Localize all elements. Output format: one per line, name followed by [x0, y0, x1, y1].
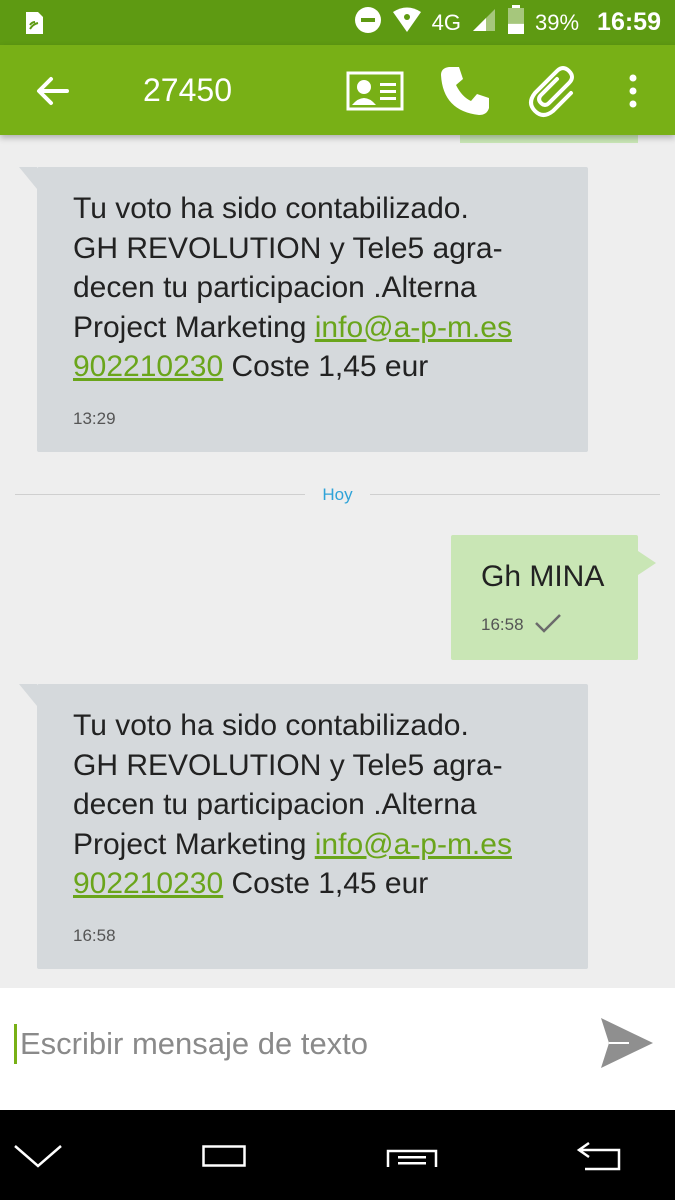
sim-card-icon	[22, 10, 46, 36]
incoming-message[interactable]: Tu voto ha sido contabilizado. GH REVOLU…	[19, 167, 588, 452]
date-divider: Hoy	[15, 485, 660, 505]
app-bar: 27450	[0, 45, 675, 135]
previous-message-edge	[460, 135, 638, 143]
conversation-list[interactable]: Tu voto ha sido contabilizado. GH REVOLU…	[0, 135, 675, 988]
email-link[interactable]: info@a-p-m.es	[315, 311, 512, 344]
signal-icon	[471, 7, 497, 38]
phone-link[interactable]: 902210230	[73, 350, 223, 383]
divider-line	[370, 494, 660, 495]
send-icon[interactable]	[596, 1014, 658, 1072]
back-arrow-icon[interactable]	[28, 67, 76, 115]
message-timestamp: 16:58	[73, 925, 116, 945]
battery-percent: 39%	[535, 9, 580, 35]
home-icon[interactable]	[194, 1136, 254, 1176]
phone-link[interactable]: 902210230	[73, 867, 223, 900]
hide-keyboard-icon[interactable]	[8, 1136, 68, 1176]
message-input[interactable]	[14, 1024, 574, 1064]
message-timestamp: 16:58	[481, 615, 524, 634]
phone-icon[interactable]	[436, 63, 494, 119]
incoming-message[interactable]: Tu voto ha sido contabilizado. GH REVOLU…	[19, 684, 588, 969]
clock: 16:59	[597, 8, 661, 36]
email-link[interactable]: info@a-p-m.es	[315, 828, 512, 861]
status-bar: 4G 39% 16:59	[0, 0, 675, 45]
message-text: Gh MINA	[481, 560, 605, 593]
message-timestamp: 13:29	[73, 408, 116, 428]
outgoing-message[interactable]: Gh MINA 16:58	[451, 535, 656, 660]
wifi-icon	[392, 7, 422, 38]
date-divider-label: Hoy	[322, 485, 353, 504]
message-text: Tu voto ha sido contabilizado. GH REVOLU…	[73, 709, 512, 900]
battery-icon	[507, 5, 525, 40]
attachment-icon[interactable]	[526, 63, 584, 119]
contact-card-icon[interactable]	[346, 63, 404, 119]
do-not-disturb-icon	[354, 6, 382, 39]
compose-bar	[0, 988, 675, 1110]
overflow-menu-icon[interactable]	[604, 63, 662, 119]
message-text: Tu voto ha sido contabilizado. GH REVOLU…	[73, 192, 512, 383]
sent-check-icon	[534, 613, 562, 638]
network-type: 4G	[431, 9, 461, 35]
navigation-bar	[0, 1110, 675, 1200]
back-icon[interactable]	[570, 1136, 630, 1176]
conversation-title: 27450	[143, 72, 232, 108]
menu-icon[interactable]	[382, 1136, 442, 1176]
